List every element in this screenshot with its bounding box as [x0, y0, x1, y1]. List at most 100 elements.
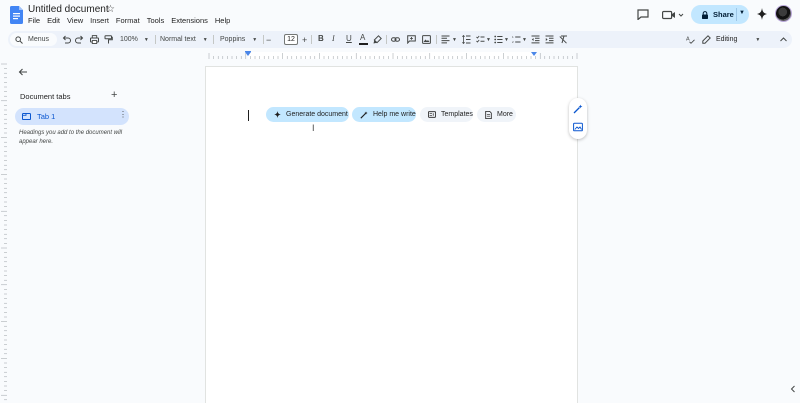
text-color-button[interactable]: A	[359, 33, 368, 45]
paint-format-icon[interactable]	[104, 35, 113, 44]
generate-document-label: Generate document	[286, 111, 348, 118]
spellcheck-icon[interactable]: A	[686, 35, 695, 44]
chevron-up-icon[interactable]	[779, 35, 788, 44]
account-avatar[interactable]	[775, 5, 792, 22]
font-value: Poppins	[220, 36, 246, 43]
decrease-font-size-button[interactable]: −	[266, 31, 271, 48]
template-icon	[428, 111, 436, 118]
text-color-swatch	[359, 43, 368, 45]
add-tab-button[interactable]: +	[111, 89, 117, 101]
help-me-write-pen-icon[interactable]	[573, 104, 583, 114]
gemini-sparkle-icon[interactable]	[757, 8, 767, 20]
lock-icon	[702, 10, 708, 19]
decrease-indent-icon[interactable]	[531, 35, 540, 44]
svg-text:2: 2	[512, 40, 514, 44]
comment-history-icon[interactable]	[637, 9, 649, 20]
menu-insert[interactable]: Insert	[90, 16, 109, 25]
search-icon	[15, 35, 23, 44]
redo-icon[interactable]	[75, 35, 84, 44]
tab-item[interactable]: Tab 1 ⋮	[15, 108, 129, 125]
undo-icon[interactable]	[62, 35, 71, 44]
toolbar-divider	[155, 35, 156, 44]
generate-document-chip[interactable]: Generate document	[266, 107, 349, 122]
svg-text:A: A	[686, 37, 690, 43]
increase-indent-icon[interactable]	[545, 35, 554, 44]
font-select[interactable]: Poppins ▼	[220, 31, 257, 48]
tab-options-icon[interactable]: ⋮	[119, 111, 127, 119]
back-arrow-icon[interactable]	[18, 67, 28, 77]
help-me-write-label: Help me write	[373, 111, 416, 118]
svg-text:1: 1	[512, 35, 514, 39]
clear-formatting-icon[interactable]	[559, 35, 568, 44]
vertical-ruler[interactable]	[0, 60, 8, 403]
toolbar-divider	[436, 35, 437, 44]
font-size-input[interactable]: 12	[284, 34, 298, 45]
document-title[interactable]: Untitled document	[28, 4, 109, 15]
chevron-left-icon[interactable]	[789, 385, 797, 393]
more-doc-icon	[485, 110, 492, 119]
more-label: More	[497, 111, 513, 118]
pencil-icon	[702, 35, 711, 44]
sparkle-icon	[274, 111, 281, 118]
underline-button[interactable]: U	[346, 34, 352, 43]
toolbar-divider	[213, 35, 214, 44]
chevron-down-icon[interactable]: ▼	[739, 10, 745, 16]
style-select[interactable]: Normal text ▼	[160, 31, 208, 48]
templates-label: Templates	[441, 111, 473, 118]
document-tabs-sidebar: Document tabs + Tab 1 ⋮ Headings you add…	[8, 60, 198, 403]
editing-mode-select[interactable]: Editing ▼	[702, 31, 760, 48]
help-me-write-chip[interactable]: Help me write	[352, 107, 416, 122]
menus-label: Menus	[28, 36, 50, 43]
link-icon[interactable]	[391, 35, 400, 44]
insert-image-icon[interactable]	[422, 35, 431, 44]
menu-view[interactable]: View	[67, 16, 83, 25]
share-button[interactable]: Share ▼	[691, 5, 749, 24]
numbered-caret-icon[interactable]: ▼	[522, 37, 527, 43]
star-icon[interactable]: ☆	[106, 4, 115, 15]
toolbar-divider	[263, 35, 264, 44]
style-value: Normal text	[160, 36, 196, 43]
pen-sparkle-icon	[360, 110, 368, 119]
horizontal-ruler[interactable]	[205, 50, 578, 60]
meet-icon[interactable]	[662, 10, 684, 20]
menu-help[interactable]: Help	[215, 16, 230, 25]
menu-file[interactable]: File	[28, 16, 40, 25]
zoom-select[interactable]: 100% ▼	[120, 31, 149, 48]
highlight-pen-icon[interactable]	[373, 35, 382, 44]
toolbar-divider	[386, 35, 387, 44]
increase-font-size-button[interactable]: +	[302, 31, 307, 48]
tab-label: Tab 1	[37, 112, 56, 121]
menu-format[interactable]: Format	[116, 16, 140, 25]
add-comment-icon[interactable]	[407, 35, 416, 44]
editing-mode-label: Editing	[716, 36, 738, 43]
toolbar-divider	[311, 35, 312, 44]
numbered-list-icon[interactable]: 1 2	[512, 35, 521, 44]
align-caret-icon[interactable]: ▼	[452, 37, 457, 43]
menu-bar: File Edit View Insert Format Tools Exten…	[28, 16, 237, 25]
title-bar: Untitled document ☆ File Edit View Inser…	[0, 0, 800, 30]
bulleted-list-icon[interactable]	[494, 35, 503, 44]
more-chip[interactable]: More	[477, 107, 516, 122]
menu-extensions[interactable]: Extensions	[171, 16, 208, 25]
mouse-ibeam-icon: I	[312, 123, 315, 133]
bullet-caret-icon[interactable]: ▼	[504, 37, 509, 43]
share-label: Share	[713, 10, 734, 19]
italic-button[interactable]: I	[332, 34, 335, 43]
align-left-icon[interactable]	[441, 35, 450, 44]
menu-edit[interactable]: Edit	[47, 16, 60, 25]
templates-chip[interactable]: Templates	[420, 107, 473, 122]
add-image-sparkle-icon[interactable]	[573, 122, 583, 132]
print-icon[interactable]	[90, 35, 99, 44]
bold-button[interactable]: B	[318, 34, 324, 43]
menus-search[interactable]: Menus	[10, 33, 57, 46]
line-spacing-icon[interactable]	[462, 35, 471, 44]
menu-tools[interactable]: Tools	[147, 16, 165, 25]
mode-caret-icon: ▼	[755, 36, 761, 43]
share-divider	[736, 8, 737, 21]
floating-actions-panel	[569, 98, 587, 139]
docs-logo-icon[interactable]	[10, 6, 23, 24]
checklist-icon[interactable]	[476, 35, 485, 44]
checklist-caret-icon[interactable]: ▼	[486, 37, 491, 43]
document-tabs-heading: Document tabs	[20, 92, 71, 101]
text-color-letter: A	[360, 33, 366, 42]
